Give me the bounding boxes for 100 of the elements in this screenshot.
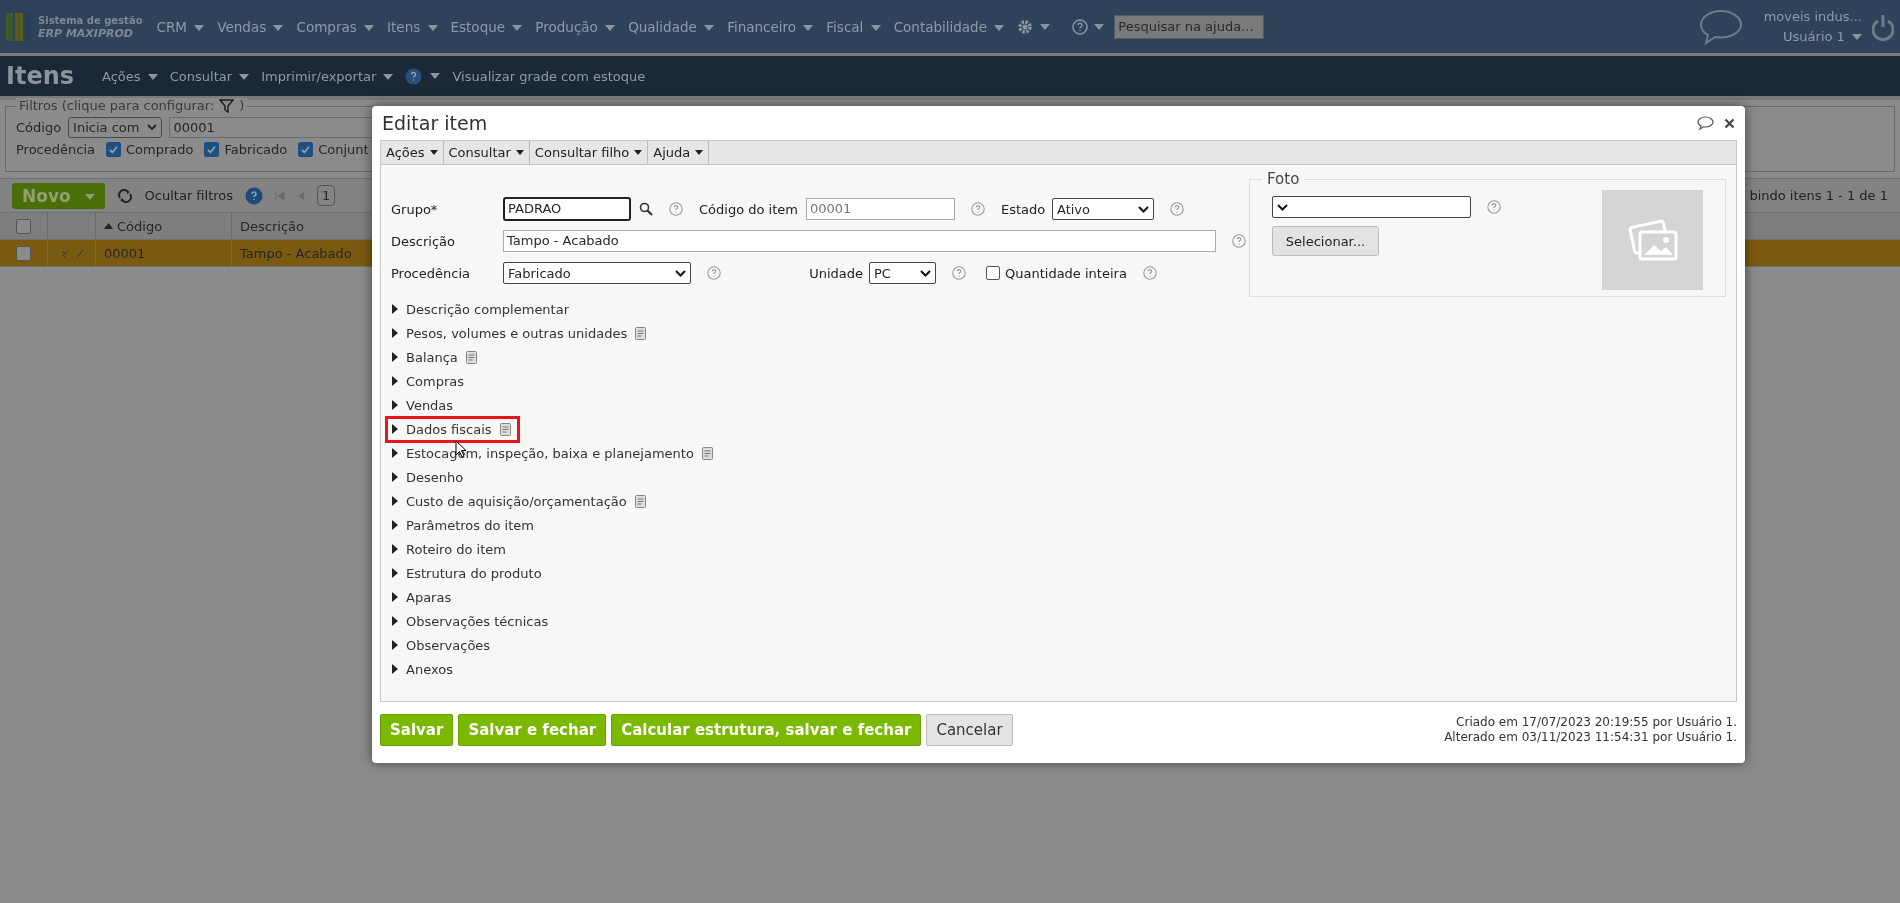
help-icon[interactable] [1072,18,1089,35]
field-label: Procedência [16,142,95,157]
checkbox[interactable] [986,266,1000,280]
top-menu-item[interactable]: CRM [156,18,205,35]
expand-arrow-icon[interactable] [392,352,398,362]
logo-subtitle: Sistema de gestão [38,13,143,27]
expand-arrow-icon[interactable] [392,448,398,458]
dialog-menu-item[interactable]: Consultar [443,141,530,164]
search-icon[interactable] [639,202,653,216]
top-menu-item[interactable]: Fiscal [826,18,881,35]
section-title[interactable]: Descrição complementar [406,301,570,317]
help-search-field[interactable]: Pesquisar na ajuda... [1114,14,1265,39]
section-title[interactable]: Vendas [406,397,454,413]
top-menu-item[interactable]: Financeiro [727,18,814,35]
column-header[interactable]: Código [96,213,232,239]
expand-arrow-icon[interactable] [392,520,398,530]
section-title[interactable]: Custo de aquisição/orçamentação [406,493,627,509]
company-name: moveis indus... [1763,7,1862,26]
section-title[interactable]: Balança [406,349,458,365]
chevron-down-icon [920,269,931,277]
field-label: Descrição [391,233,456,249]
page-menu-item[interactable]: Ações [102,68,158,84]
section-title[interactable]: Desenho [406,469,464,485]
chevron-down-icon [1138,205,1149,213]
checkbox-label: Comprado [126,142,194,157]
expand-arrow-icon[interactable] [392,568,398,578]
section-title[interactable]: Anexos [406,661,453,677]
dialog-menu-item[interactable]: Ações [381,141,444,164]
page-menu-item[interactable]: Consultar [169,68,250,84]
operator-select[interactable]: Inicia com [68,117,163,138]
checkbox[interactable] [106,142,121,157]
close-icon[interactable] [1724,117,1735,129]
expand-arrow-icon[interactable] [392,592,398,602]
dialog-menu-item[interactable]: Consultar filho [529,141,649,164]
caret-icon[interactable] [430,73,441,79]
unit-select[interactable]: PC [869,262,936,284]
section-title[interactable]: Pesos, volumes e outras unidades [406,325,628,341]
checkbox[interactable] [298,142,314,157]
top-menu-item[interactable]: Produção [535,18,616,35]
state-select[interactable]: Ativo [1052,198,1154,220]
row-checkbox[interactable] [16,245,31,261]
description-field[interactable]: Tampo - Acabado [503,230,1216,252]
top-menu-item[interactable]: Itens [387,18,438,35]
checkmark-icon [206,144,218,155]
checkmark-icon [300,144,312,155]
top-menu-item[interactable]: Estoque [450,18,523,35]
section-title[interactable]: Observações técnicas [406,613,549,629]
section-title[interactable]: Observações [406,637,491,653]
field-label: Código do item [699,201,799,217]
stock-grid-link[interactable]: Visualizar grade com estoque [452,68,646,84]
refresh-icon[interactable] [116,188,133,203]
column-header[interactable]: Descrição [232,213,356,239]
section-title[interactable]: Compras [406,373,465,389]
select-all-checkbox[interactable] [16,218,31,234]
user-menu[interactable]: Usuário 1 [1783,26,1862,47]
item-code-field[interactable]: 00001 [806,198,955,220]
page-number-field[interactable]: 1 [317,185,336,206]
toggle-filters-button[interactable]: Ocultar filtros [144,188,234,203]
section-title[interactable]: Roteiro do item [406,541,506,557]
select-photo-button[interactable]: Selecionar... [1272,226,1379,256]
checkmark-icon [108,144,119,155]
filter-icon[interactable] [219,98,235,113]
field-label: Código [16,120,62,135]
expand-arrow-icon[interactable] [392,400,398,410]
expand-arrow-icon[interactable] [392,640,398,650]
top-menu-item[interactable]: Contabilidade [893,18,1005,35]
section-title[interactable]: Dados fiscais [406,421,492,437]
comment-icon[interactable] [1697,116,1714,130]
expand-arrow-icon[interactable] [392,376,398,386]
table-cell: 00001 [96,240,232,266]
photo-select[interactable] [1272,196,1471,218]
expand-arrow-icon[interactable] [392,496,398,506]
audit-text: Alterado em 03/11/2023 11:54:31 por Usuário 1. [1444,730,1737,745]
highlight-frame[interactable]: Dados fiscais [385,415,520,443]
field-label: Estado [1001,201,1047,217]
section-title[interactable]: Aparas [406,589,452,605]
top-menu-item[interactable]: Qualidade [628,18,715,35]
section-title[interactable]: Parâmetros do item [406,517,534,533]
dialog-menu-item[interactable]: Ajuda [648,141,710,164]
expand-arrow-icon[interactable] [392,664,398,674]
expand-arrow-icon[interactable] [392,616,398,626]
help-icon[interactable] [405,67,423,85]
top-menu-item[interactable]: Vendas [217,18,284,35]
expand-arrow-icon[interactable] [392,472,398,482]
help-icon[interactable] [245,186,264,205]
expand-arrow-icon[interactable] [392,328,398,338]
top-menu-item[interactable]: Compras [296,18,375,35]
section-title[interactable]: Estrutura do produto [406,565,542,581]
dialog-button[interactable]: Cancelar [926,714,1013,746]
group-field[interactable]: PADRAO [503,197,631,221]
expand-arrow-icon[interactable] [392,304,398,314]
settings-icon[interactable] [1016,17,1035,36]
filters-legend-end: ) [239,98,245,113]
caret-icon[interactable] [1094,23,1105,30]
origin-select[interactable]: Fabricado [503,262,691,284]
checkbox[interactable] [204,142,220,157]
page-menu-item[interactable]: Imprimir/exportar [261,68,394,84]
caret-icon[interactable] [1040,23,1051,30]
expand-arrow-icon[interactable] [392,424,398,434]
expand-arrow-icon[interactable] [392,544,398,554]
